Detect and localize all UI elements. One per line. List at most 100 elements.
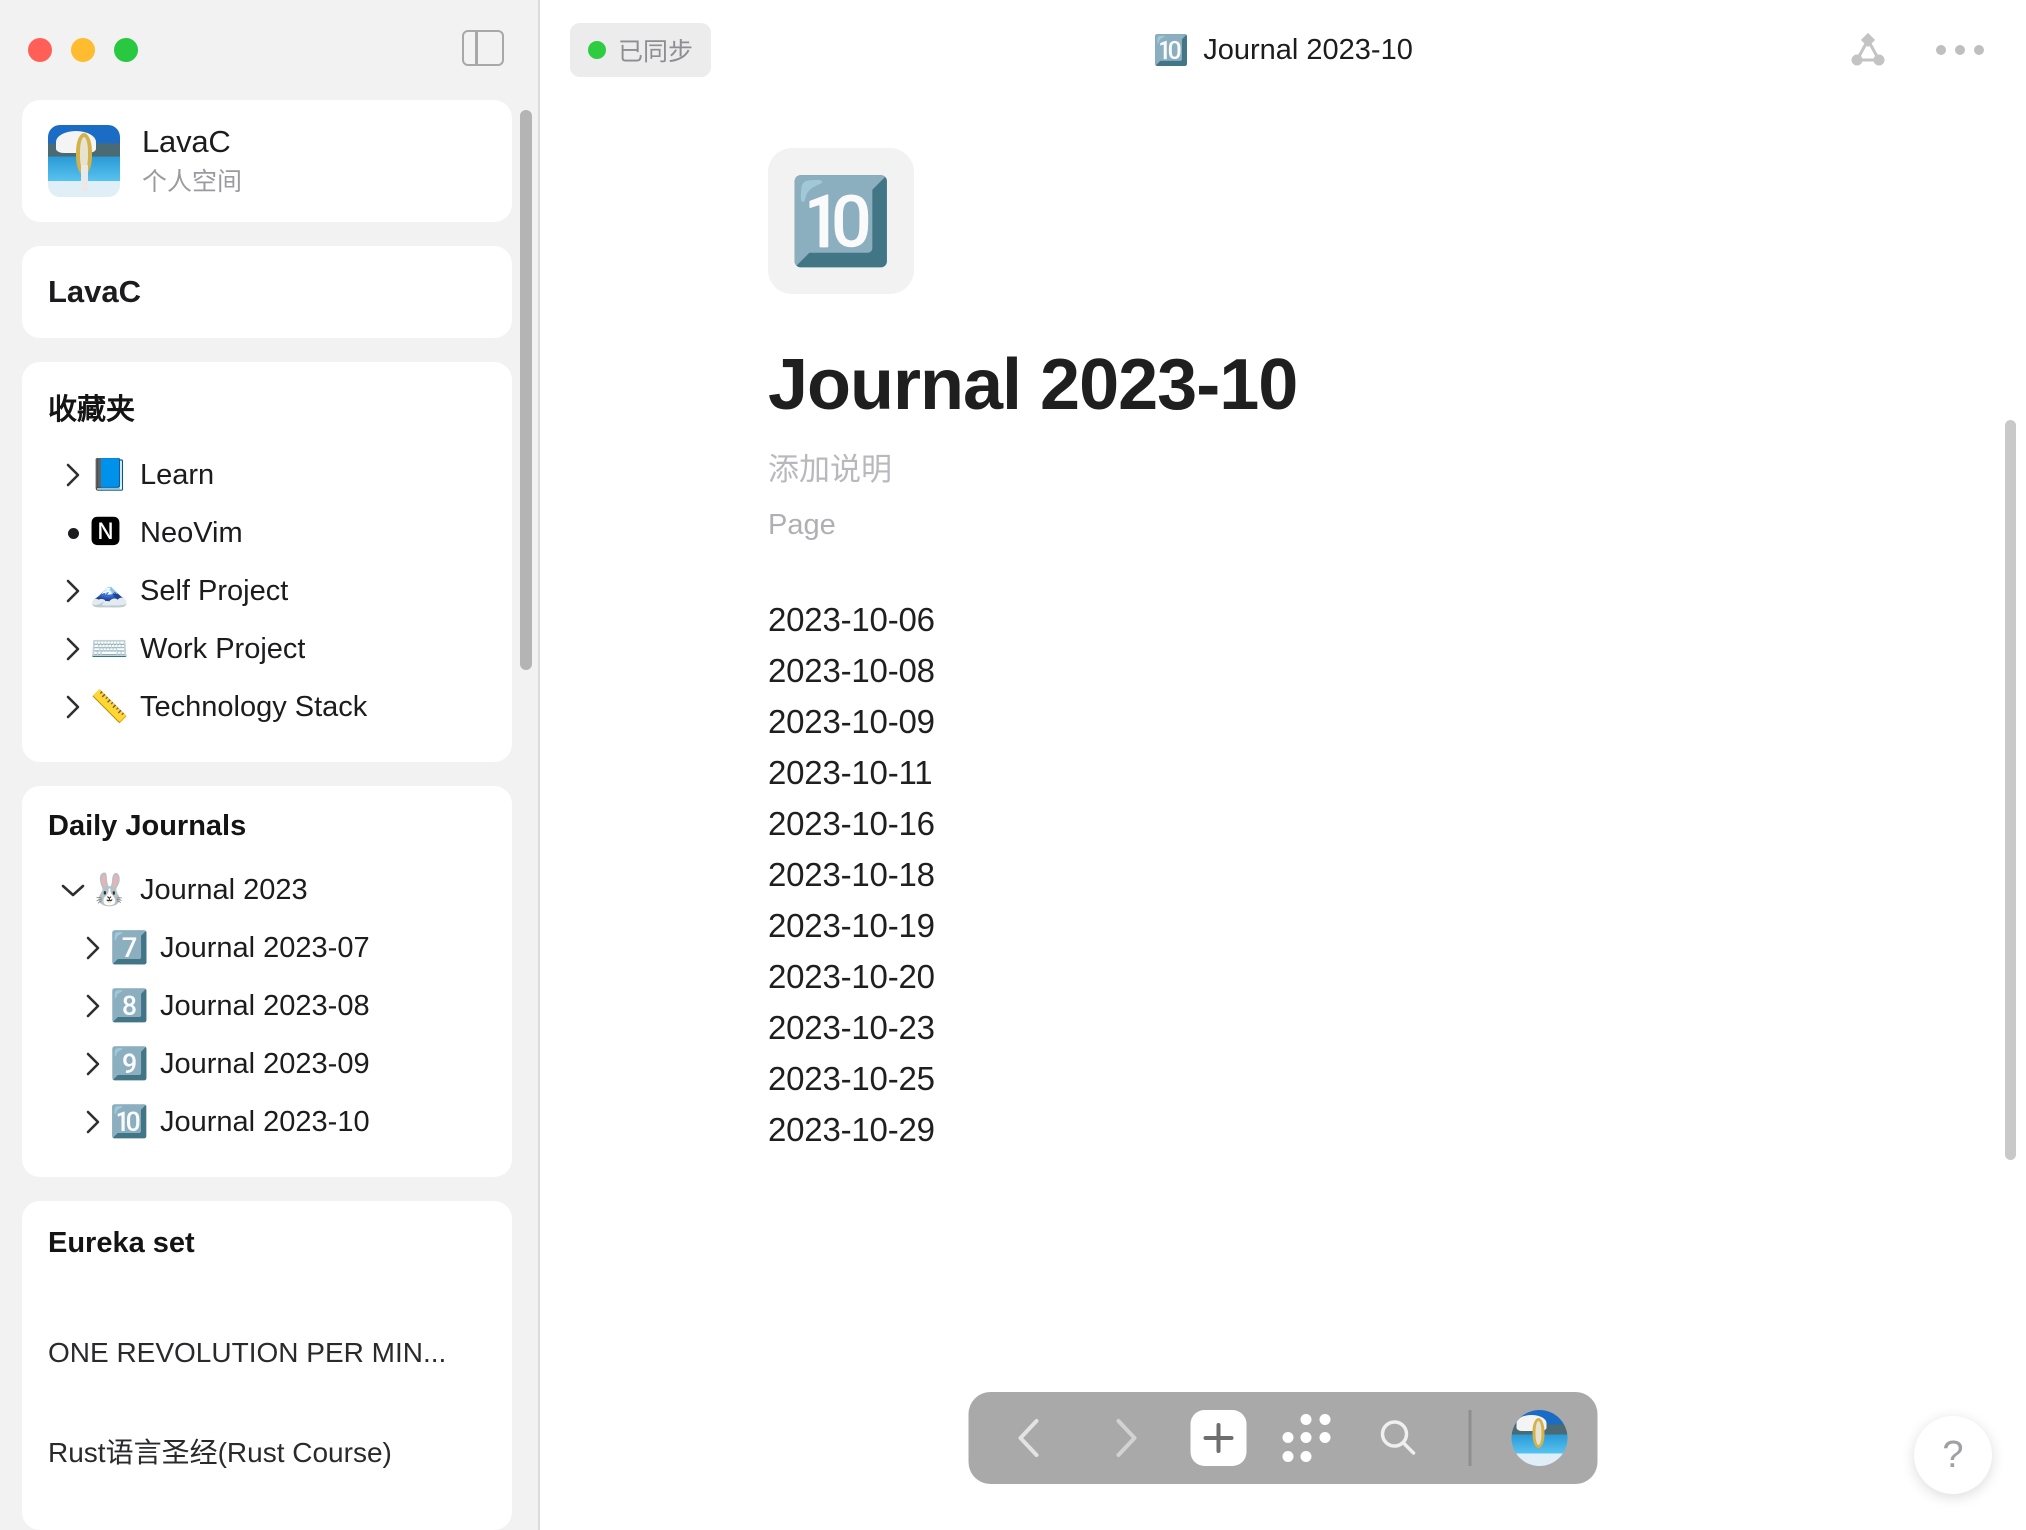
- mount-fuji-icon: 🗻: [90, 572, 129, 609]
- main-area: 已同步 🔟 Journal 2023-10 🔟 Journal 2023-10 …: [540, 0, 2026, 1530]
- journal-item-label: Journal 2023-08: [160, 989, 370, 1022]
- graph-view-icon[interactable]: [1846, 28, 1890, 72]
- window-controls-bar: [0, 0, 540, 100]
- workspace-avatar-icon: [48, 125, 120, 197]
- more-horizontal-icon[interactable]: [1936, 28, 1984, 72]
- journal-date-item[interactable]: 2023-10-20: [768, 951, 2026, 1002]
- collapse-chevron-icon[interactable]: [56, 881, 90, 899]
- favorite-item-label: Work Project: [140, 632, 306, 665]
- daily-journals-list: 🐰 Journal 2023 7️⃣ Journal 2023-07 8️⃣ Journa…: [48, 861, 486, 1151]
- eureka-title: Eureka set: [48, 1227, 195, 1259]
- journal-item[interactable]: 9️⃣ Journal 2023-09: [48, 1035, 486, 1093]
- sidebar-scrollbar[interactable]: [520, 110, 532, 670]
- journal-item-label: Journal 2023-10: [160, 1105, 370, 1138]
- ruler-icon: 📏: [90, 688, 129, 725]
- forward-button[interactable]: [1095, 1407, 1157, 1469]
- daily-journals-title: Daily Journals: [48, 810, 247, 842]
- toolbar-divider: [1468, 1410, 1472, 1466]
- keycap-10-icon: 🔟: [1153, 32, 1190, 67]
- add-button[interactable]: [1190, 1410, 1247, 1466]
- journal-date-item[interactable]: 2023-10-08: [768, 645, 2026, 696]
- expand-chevron-icon[interactable]: [76, 992, 110, 1020]
- document-title-bar: 🔟 Journal 2023-10: [540, 33, 2026, 68]
- rabbit-face-icon: 🐰: [90, 871, 129, 908]
- page-icon-container[interactable]: 🔟: [768, 148, 914, 294]
- quick-access-dots-icon[interactable]: [1281, 1412, 1333, 1464]
- sync-status-label: 已同步: [618, 38, 694, 66]
- blue-book-icon: 📘: [90, 456, 129, 493]
- traffic-lights: [28, 38, 138, 62]
- journal-date-item[interactable]: 2023-10-11: [768, 747, 2026, 798]
- keycap-9-icon: 9️⃣: [110, 1045, 149, 1082]
- favorite-item-label: NeoVim: [140, 516, 243, 549]
- expand-chevron-icon[interactable]: [56, 461, 90, 489]
- maximize-window-button[interactable]: [114, 38, 138, 62]
- workspace-card[interactable]: LavaC 个人空间: [22, 100, 512, 222]
- bullet-icon[interactable]: [56, 527, 90, 539]
- keycap-10-icon: 🔟: [788, 172, 894, 270]
- minimize-window-button[interactable]: [71, 38, 95, 62]
- sync-status-dot-icon: [588, 41, 606, 59]
- help-button[interactable]: ?: [1914, 1416, 1992, 1494]
- journal-date-item[interactable]: 2023-10-06: [768, 594, 2026, 645]
- journal-date-item[interactable]: 2023-10-25: [768, 1053, 2026, 1104]
- journal-date-item[interactable]: 2023-10-29: [768, 1104, 2026, 1155]
- favorite-item[interactable]: 📘 Learn: [48, 446, 486, 504]
- page-title[interactable]: Journal 2023-10: [768, 344, 2026, 426]
- journal-date-item[interactable]: 2023-10-18: [768, 849, 2026, 900]
- daily-journals-section: Daily Journals 🐰 Journal 2023 7️⃣ Journal 2…: [22, 786, 512, 1177]
- favorite-item[interactable]: 📏 Technology Stack: [48, 678, 486, 736]
- workspace-name: LavaC: [142, 124, 231, 159]
- favorites-section: 收藏夹 📘 Learn 🅽 NeoVim 🗻 Self Project ⌨️ Work Pro…: [22, 362, 512, 762]
- search-icon[interactable]: [1367, 1407, 1429, 1469]
- main-scrollbar[interactable]: [2005, 420, 2016, 1160]
- journal-item-label: Journal 2023: [140, 873, 308, 906]
- sidebar-scroll-area: LavaC 个人空间 LavaC 收藏夹 📘 Learn 🅽 NeoVim 🗻 Self …: [0, 100, 540, 1530]
- favorite-item[interactable]: ⌨️ Work Project: [48, 620, 486, 678]
- expand-chevron-icon[interactable]: [56, 577, 90, 605]
- page-kind-label: Page: [768, 509, 836, 541]
- journal-date-item[interactable]: 2023-10-19: [768, 900, 2026, 951]
- close-window-button[interactable]: [28, 38, 52, 62]
- back-button[interactable]: [999, 1407, 1061, 1469]
- sync-status-badge[interactable]: 已同步: [570, 23, 712, 77]
- bottom-toolbar: [968, 1392, 1598, 1484]
- journal-date-item[interactable]: 2023-10-09: [768, 696, 2026, 747]
- favorite-item-label: Technology Stack: [140, 690, 368, 723]
- account-avatar[interactable]: [1511, 1410, 1568, 1466]
- expand-chevron-icon[interactable]: [76, 1108, 110, 1136]
- keycap-10-icon: 🔟: [110, 1103, 149, 1140]
- eureka-item[interactable]: Rust语言圣经(Rust Course): [48, 1402, 486, 1500]
- app-window: LavaC 个人空间 LavaC 收藏夹 📘 Learn 🅽 NeoVim 🗻 Self …: [0, 0, 2026, 1530]
- journal-item-label: Journal 2023-09: [160, 1047, 370, 1080]
- journal-date-item[interactable]: 2023-10-16: [768, 798, 2026, 849]
- sidebar-toggle-icon[interactable]: [462, 30, 504, 66]
- top-bar-actions: [1846, 28, 1984, 72]
- favorite-item[interactable]: 🅽 NeoVim: [48, 504, 486, 562]
- journal-item[interactable]: 🐰 Journal 2023: [48, 861, 486, 919]
- keycap-7-icon: 7️⃣: [110, 929, 149, 966]
- graph-name-label: LavaC: [48, 274, 142, 309]
- journal-item[interactable]: 8️⃣ Journal 2023-08: [48, 977, 486, 1035]
- page-description-input[interactable]: 添加说明: [768, 444, 2026, 489]
- expand-chevron-icon[interactable]: [56, 635, 90, 663]
- favorite-item[interactable]: 🗻 Self Project: [48, 562, 486, 620]
- eureka-list: ONE REVOLUTION PER MIN... Rust语言圣经(Rust C…: [48, 1304, 486, 1500]
- journal-item[interactable]: 7️⃣ Journal 2023-07: [48, 919, 486, 977]
- expand-chevron-icon[interactable]: [56, 693, 90, 721]
- journal-date-list: 2023-10-06 2023-10-08 2023-10-09 2023-10-11…: [768, 594, 2026, 1155]
- journal-item[interactable]: 🔟 Journal 2023-10: [48, 1093, 486, 1151]
- favorite-item-label: Self Project: [140, 574, 289, 607]
- expand-chevron-icon[interactable]: [76, 1050, 110, 1078]
- neovim-icon: 🅽: [90, 514, 121, 551]
- page-content: 🔟 Journal 2023-10 添加说明 Page 2023-10-06 20…: [540, 100, 2026, 1530]
- workspace-subtitle: 个人空间: [142, 168, 243, 196]
- keycap-8-icon: 8️⃣: [110, 987, 149, 1024]
- keyboard-icon: ⌨️: [90, 630, 129, 667]
- journal-date-item[interactable]: 2023-10-23: [768, 1002, 2026, 1053]
- graph-name-card[interactable]: LavaC: [22, 246, 512, 338]
- expand-chevron-icon[interactable]: [76, 934, 110, 962]
- top-bar: 已同步 🔟 Journal 2023-10: [540, 0, 2026, 100]
- eureka-item[interactable]: ONE REVOLUTION PER MIN...: [48, 1304, 486, 1402]
- eureka-section: Eureka set ONE REVOLUTION PER MIN... Rust…: [22, 1201, 512, 1530]
